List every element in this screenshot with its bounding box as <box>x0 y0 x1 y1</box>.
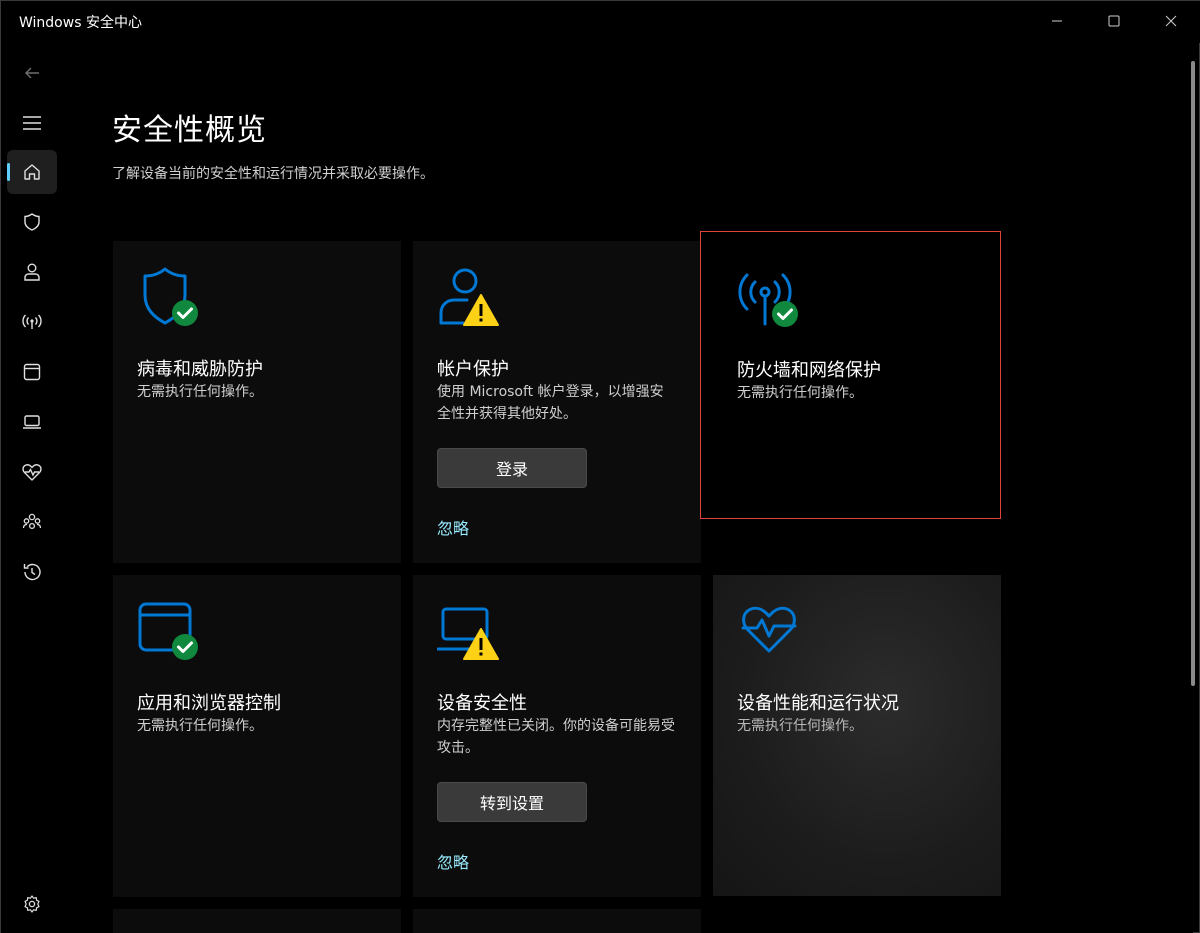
card-title: 设备安全性 <box>437 693 527 714</box>
nav-settings[interactable] <box>7 882 57 926</box>
navigation-sidebar <box>1 43 63 933</box>
card-title: 设备性能和运行状况 <box>737 693 899 714</box>
card-device-security[interactable]: 设备安全性 内存完整性已关闭。你的设备可能易受攻击。 转到设置 忽略 <box>413 575 701 897</box>
heart-pulse-icon <box>741 606 797 653</box>
nav-virus-protection[interactable] <box>7 200 57 244</box>
family-icon <box>22 513 42 530</box>
card-title: 防火墙和网络保护 <box>737 360 881 381</box>
nav-device-health[interactable] <box>7 450 57 494</box>
nav-home[interactable] <box>7 150 57 194</box>
home-icon <box>24 164 40 180</box>
nav-firewall[interactable] <box>7 300 57 344</box>
card-device-performance-health[interactable]: 设备性能和运行状况 无需执行任何操作。 <box>713 575 1001 896</box>
card-firewall-network-protection[interactable]: 防火墙和网络保护 无需执行任何操作。 <box>700 231 1001 519</box>
nav-protection-history[interactable] <box>7 550 57 594</box>
browser-window-icon <box>23 363 41 381</box>
laptop-warning-icon <box>437 607 499 660</box>
nav-family-options[interactable] <box>7 500 57 544</box>
settings-gear-icon <box>24 895 40 913</box>
card-description: 无需执行任何操作。 <box>137 384 263 400</box>
close-button[interactable] <box>1143 1 1199 41</box>
card-title: 病毒和威胁防护 <box>137 359 263 380</box>
card-partial <box>113 909 401 933</box>
card-description: 无需执行任何操作。 <box>137 718 263 734</box>
card-account-protection[interactable]: 帐户保护 使用 Microsoft 帐户登录，以增强安全性并获得其他好处。 登录… <box>413 241 701 563</box>
account-icon <box>24 263 40 281</box>
nav-app-browser[interactable] <box>7 350 57 394</box>
page-title: 安全性概览 <box>112 113 267 148</box>
main-content: 安全性概览 了解设备当前的安全性和运行情况并采取必要操作。 病毒和威胁防护 无需… <box>63 43 1193 933</box>
hamburger-menu-icon <box>23 116 41 130</box>
go-to-settings-button[interactable]: 转到设置 <box>437 782 587 822</box>
app-title: Windows 安全中心 <box>19 15 142 31</box>
vertical-scrollbar[interactable] <box>1191 61 1195 686</box>
shield-icon <box>24 213 40 231</box>
dismiss-link[interactable]: 忽略 <box>437 515 469 539</box>
back-button[interactable] <box>7 51 57 95</box>
maximize-icon <box>1108 15 1120 27</box>
card-title: 帐户保护 <box>437 359 509 380</box>
card-description: 使用 Microsoft 帐户登录，以增强安全性并获得其他好处。 <box>437 384 664 422</box>
close-icon <box>1165 15 1177 27</box>
nav-account-protection[interactable] <box>7 250 57 294</box>
dismiss-link[interactable]: 忽略 <box>437 849 469 873</box>
card-virus-threat-protection[interactable]: 病毒和威胁防护 无需执行任何操作。 <box>113 241 401 563</box>
app-window: Windows 安全中心 安全性概览 了解设备当前的安全性和运行情况并采取必要操… <box>0 0 1200 933</box>
maximize-button[interactable] <box>1086 1 1142 41</box>
card-title: 应用和浏览器控制 <box>137 693 281 714</box>
card-app-browser-control[interactable]: 应用和浏览器控制 无需执行任何操作。 <box>113 575 401 897</box>
heart-pulse-icon <box>22 464 42 481</box>
wireless-icon <box>22 314 42 329</box>
sign-in-button[interactable]: 登录 <box>437 448 587 488</box>
minimize-button[interactable] <box>1029 1 1085 41</box>
card-description: 无需执行任何操作。 <box>737 385 863 401</box>
shield-check-icon <box>143 267 198 326</box>
nav-device-security[interactable] <box>7 400 57 444</box>
menu-toggle-button[interactable] <box>7 101 57 145</box>
back-arrow-icon <box>25 67 39 79</box>
browser-check-icon <box>138 602 198 660</box>
laptop-icon <box>23 415 41 429</box>
title-bar: Windows 安全中心 <box>1 1 1200 43</box>
account-warning-icon <box>439 268 499 326</box>
firewall-wireless-check-icon <box>738 273 798 327</box>
card-description: 无需执行任何操作。 <box>737 718 863 734</box>
history-icon <box>23 563 41 581</box>
card-description: 内存完整性已关闭。你的设备可能易受攻击。 <box>437 718 675 756</box>
card-partial <box>413 909 701 933</box>
minimize-icon <box>1052 20 1062 22</box>
page-subtitle: 了解设备当前的安全性和运行情况并采取必要操作。 <box>112 166 434 182</box>
